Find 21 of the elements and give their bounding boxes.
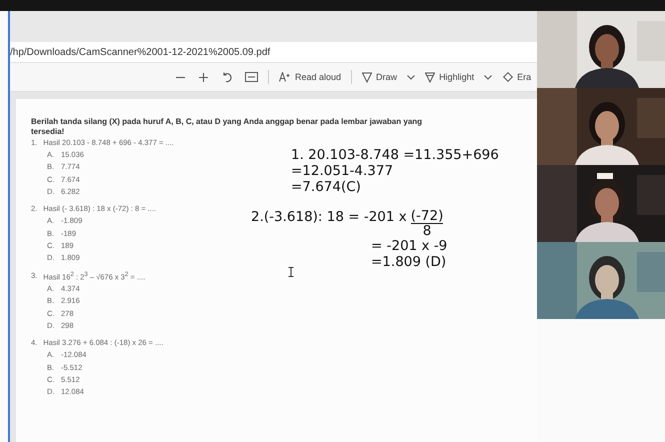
caret-icon — [484, 74, 492, 80]
read-aloud-button[interactable]: Read aloud — [274, 70, 346, 84]
draw-button[interactable]: Draw — [357, 70, 402, 84]
read-aloud-icon — [279, 72, 291, 82]
plus-icon — [198, 72, 209, 82]
worked-answer-line: =1.809 (D) — [371, 254, 446, 270]
worked-answer-line: =7.674(C) — [291, 179, 361, 195]
eraser-icon — [502, 72, 514, 82]
rotate-icon — [221, 71, 233, 83]
text-cursor-icon — [288, 267, 294, 277]
fraction: (-72) 8 — [410, 209, 444, 238]
erase-button[interactable]: Era — [497, 70, 536, 84]
worked-answer-line: 1. 20.103-8.748 =11.355+696 — [291, 147, 499, 163]
worked-answer-line: = -201 x -9 — [371, 238, 448, 254]
worked-answer-line: 2.(-3.618): 18 = -201 x — [251, 209, 407, 225]
caret-icon — [407, 74, 416, 80]
worked-answer-line: =12.051-4.377 — [291, 163, 394, 179]
highlight-button[interactable]: Highlight — [420, 70, 480, 84]
address-path: /hp/Downloads/CamScanner%2001-12-2021%2005.09.pdf — [10, 46, 270, 58]
fit-page-icon — [245, 72, 258, 82]
instruction-text: Berilah tanda silang (X) pada huruf A, B, C, atau D yang Anda anggap benar pada lembar jawaban yang tersedia! — [31, 117, 424, 136]
